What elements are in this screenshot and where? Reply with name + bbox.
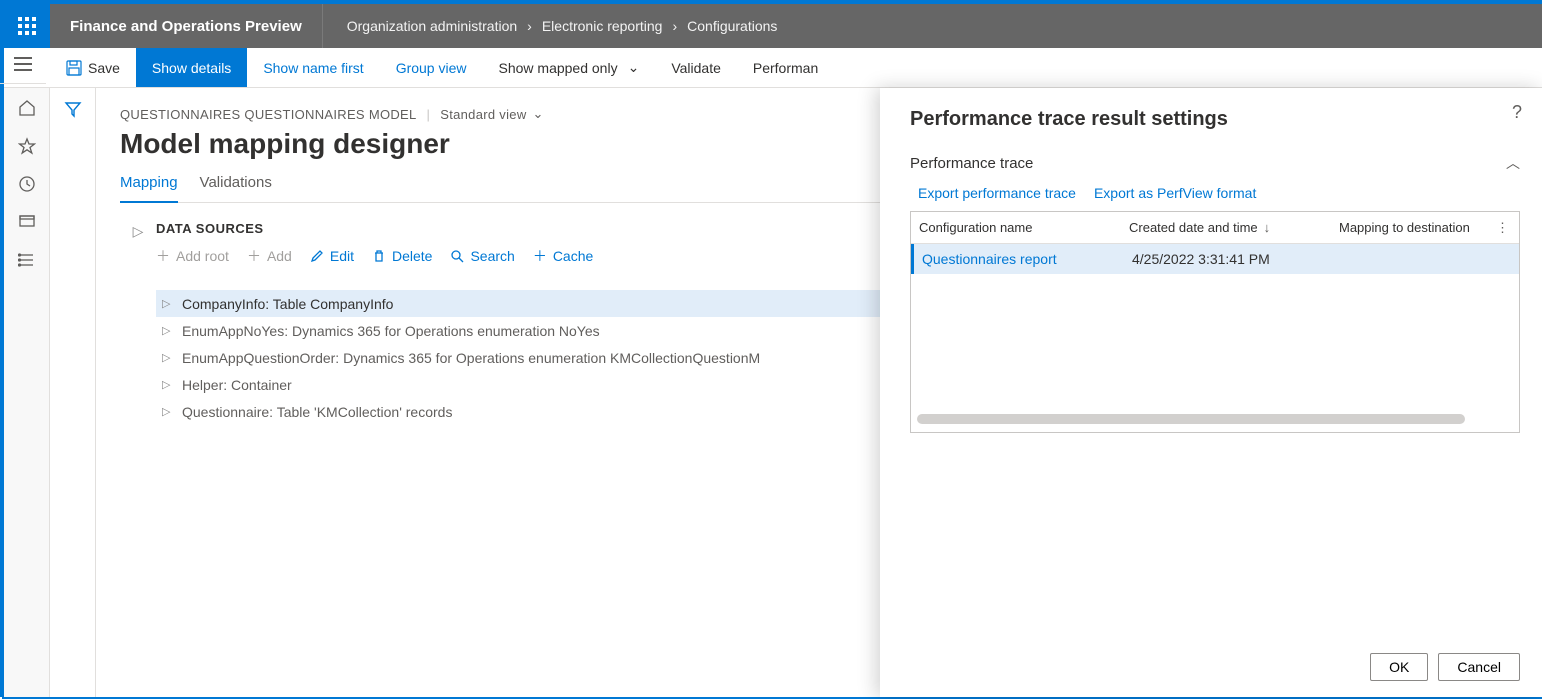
- performance-button[interactable]: Performan: [737, 48, 834, 87]
- caret-right-icon: ▷: [162, 297, 172, 310]
- filter-icon[interactable]: [64, 100, 82, 697]
- caret-right-icon: ▷: [162, 405, 172, 418]
- trash-icon: [372, 249, 386, 263]
- grid-header: Configuration name Created date and time…: [911, 212, 1519, 244]
- caret-right-icon: ▷: [162, 351, 172, 364]
- grid-row[interactable]: Questionnaires report 4/25/2022 3:31:41 …: [911, 244, 1519, 274]
- breadcrumb-item[interactable]: Organization administration: [347, 18, 517, 34]
- show-details-label: Show details: [152, 60, 231, 76]
- modules-icon[interactable]: [17, 250, 37, 270]
- view-selector[interactable]: Standard view ⌄: [440, 106, 543, 122]
- save-label: Save: [88, 60, 120, 76]
- navigation-rail: [4, 88, 50, 697]
- chevron-down-icon: ⌄: [628, 59, 640, 76]
- chevron-right-icon: ›: [527, 18, 532, 34]
- column-config-name[interactable]: Configuration name: [911, 212, 1121, 243]
- recent-icon[interactable]: [17, 174, 37, 194]
- filter-pane: [50, 88, 96, 697]
- caret-right-icon: ▷: [162, 378, 172, 391]
- workspace-icon[interactable]: [17, 212, 37, 232]
- cache-button[interactable]: ＋Cache: [533, 246, 593, 266]
- panel-footer: OK Cancel: [910, 639, 1520, 681]
- save-icon: [66, 60, 82, 76]
- column-created-date[interactable]: Created date and time↓: [1121, 212, 1331, 243]
- validate-button[interactable]: Validate: [655, 48, 737, 87]
- plus-icon: ＋: [247, 246, 261, 266]
- sort-down-icon: ↓: [1264, 220, 1271, 235]
- section-toggle[interactable]: Performance trace ︿: [910, 153, 1520, 173]
- breadcrumb: Organization administration › Electronic…: [323, 18, 782, 34]
- panel-links: Export performance trace Export as PerfV…: [918, 185, 1520, 201]
- search-button[interactable]: Search: [450, 246, 514, 266]
- caret-right-icon: ▷: [162, 324, 172, 337]
- delete-button[interactable]: Delete: [372, 246, 432, 266]
- collapse-caret[interactable]: ▷: [120, 221, 156, 425]
- show-mapped-only-dropdown[interactable]: Show mapped only ⌄: [483, 48, 656, 87]
- app-title: Finance and Operations Preview: [50, 4, 323, 48]
- group-view-button[interactable]: Group view: [380, 48, 483, 87]
- performance-trace-panel: ? Performance trace result settings Perf…: [880, 88, 1542, 697]
- grid-more-icon[interactable]: ⋮: [1486, 220, 1519, 236]
- waffle-icon: [18, 17, 36, 35]
- cell-config-name: Questionnaires report: [914, 251, 1124, 267]
- add-button: ＋Add: [247, 246, 292, 266]
- app-header: Finance and Operations Preview Organizat…: [4, 4, 1542, 48]
- breadcrumb-item[interactable]: Electronic reporting: [542, 18, 663, 34]
- plus-icon: ＋: [156, 246, 170, 266]
- tab-validations[interactable]: Validations: [200, 174, 272, 202]
- nav-hamburger-button[interactable]: [0, 44, 46, 84]
- breadcrumb-item[interactable]: Configurations: [687, 18, 777, 34]
- grid-scrollbar[interactable]: [917, 414, 1513, 426]
- help-icon[interactable]: ?: [1512, 102, 1522, 123]
- show-details-button[interactable]: Show details: [136, 48, 247, 87]
- plus-icon: ＋: [533, 246, 547, 266]
- save-button[interactable]: Save: [50, 48, 136, 87]
- edit-button[interactable]: Edit: [310, 246, 354, 266]
- command-bar: Save Show details Show name first Group …: [4, 48, 1542, 88]
- pencil-icon: [310, 249, 324, 263]
- cell-created-date: 4/25/2022 3:31:41 PM: [1124, 251, 1334, 267]
- trace-grid: Configuration name Created date and time…: [910, 211, 1520, 433]
- app-launcher-button[interactable]: [4, 4, 50, 48]
- add-root-button: ＋Add root: [156, 246, 229, 266]
- export-perfview-link[interactable]: Export as PerfView format: [1094, 185, 1256, 201]
- chevron-down-icon: ⌄: [533, 106, 544, 122]
- chevron-right-icon: ›: [672, 18, 677, 34]
- tab-mapping[interactable]: Mapping: [120, 174, 178, 203]
- home-icon[interactable]: [17, 98, 37, 118]
- model-path: QUESTIONNAIRES QUESTIONNAIRES MODEL: [120, 107, 417, 122]
- export-trace-link[interactable]: Export performance trace: [918, 185, 1076, 201]
- cancel-button[interactable]: Cancel: [1438, 653, 1520, 681]
- panel-title: Performance trace result settings: [910, 108, 1520, 131]
- chevron-up-icon: ︿: [1506, 153, 1520, 173]
- column-mapping-destination[interactable]: Mapping to destination: [1331, 212, 1486, 243]
- favorite-icon[interactable]: [17, 136, 37, 156]
- search-icon: [450, 249, 464, 263]
- ok-button[interactable]: OK: [1370, 653, 1428, 681]
- scrollbar-thumb[interactable]: [917, 414, 1465, 424]
- show-name-first-button[interactable]: Show name first: [247, 48, 379, 87]
- hamburger-icon: [14, 57, 32, 71]
